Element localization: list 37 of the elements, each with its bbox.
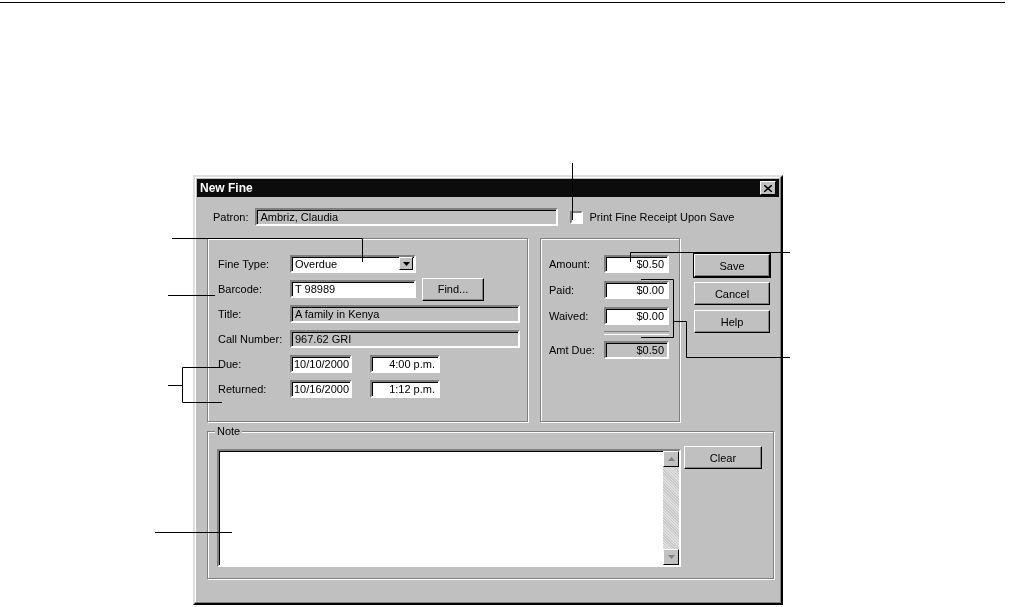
checkbox-label[interactable]: Print Fine Receipt Upon Save: [589, 211, 735, 223]
barcode-field[interactable]: T 98989: [290, 280, 416, 298]
dialog-button[interactable]: Save: [694, 254, 770, 277]
scroll-up-icon[interactable]: [663, 451, 679, 467]
leader-line: [167, 295, 216, 296]
field-label: Fine Type:: [218, 258, 271, 270]
field-label: Waived:: [549, 310, 590, 322]
field-label: Call Number:: [218, 333, 284, 345]
patron-field: Ambriz, Claudia: [255, 208, 559, 226]
amount-field[interactable]: $0.00: [604, 307, 669, 325]
field-label: Amount:: [549, 258, 591, 270]
note-text-area[interactable]: [217, 449, 681, 567]
date-field[interactable]: 10/10/2000: [290, 355, 352, 373]
clear-button[interactable]: Clear: [684, 446, 762, 469]
fine-type-dropdown[interactable]: Overdue: [290, 255, 416, 273]
field-label: Barcode:: [218, 283, 264, 295]
field-label: Returned:: [218, 383, 268, 395]
date-field[interactable]: 10/16/2000: [290, 380, 352, 398]
amount-field[interactable]: $0.00: [604, 281, 669, 299]
scroll-down-icon[interactable]: [663, 549, 679, 565]
window-title: New Fine: [200, 181, 253, 195]
field-label: Paid:: [549, 284, 576, 296]
dialog-button[interactable]: Cancel: [694, 282, 770, 305]
readonly-field: A family in Kenya: [290, 305, 520, 323]
field-label: Title:: [218, 308, 243, 320]
amount-field[interactable]: $0.50: [604, 255, 669, 273]
time-field[interactable]: 1:12 p.m.: [370, 380, 440, 398]
scrollbar[interactable]: [663, 451, 679, 565]
time-field[interactable]: 4:00 p.m.: [370, 355, 440, 373]
group-label: Note: [215, 425, 243, 437]
find-button[interactable]: Find...: [422, 277, 484, 301]
dialog-button[interactable]: Help: [694, 310, 770, 333]
close-icon[interactable]: [760, 181, 776, 195]
field-label: Patron:: [213, 211, 249, 223]
field-label: Amt Due:: [549, 344, 596, 356]
readonly-field: 967.62 GRI: [290, 330, 520, 348]
amount-due-field: $0.50: [604, 341, 669, 359]
